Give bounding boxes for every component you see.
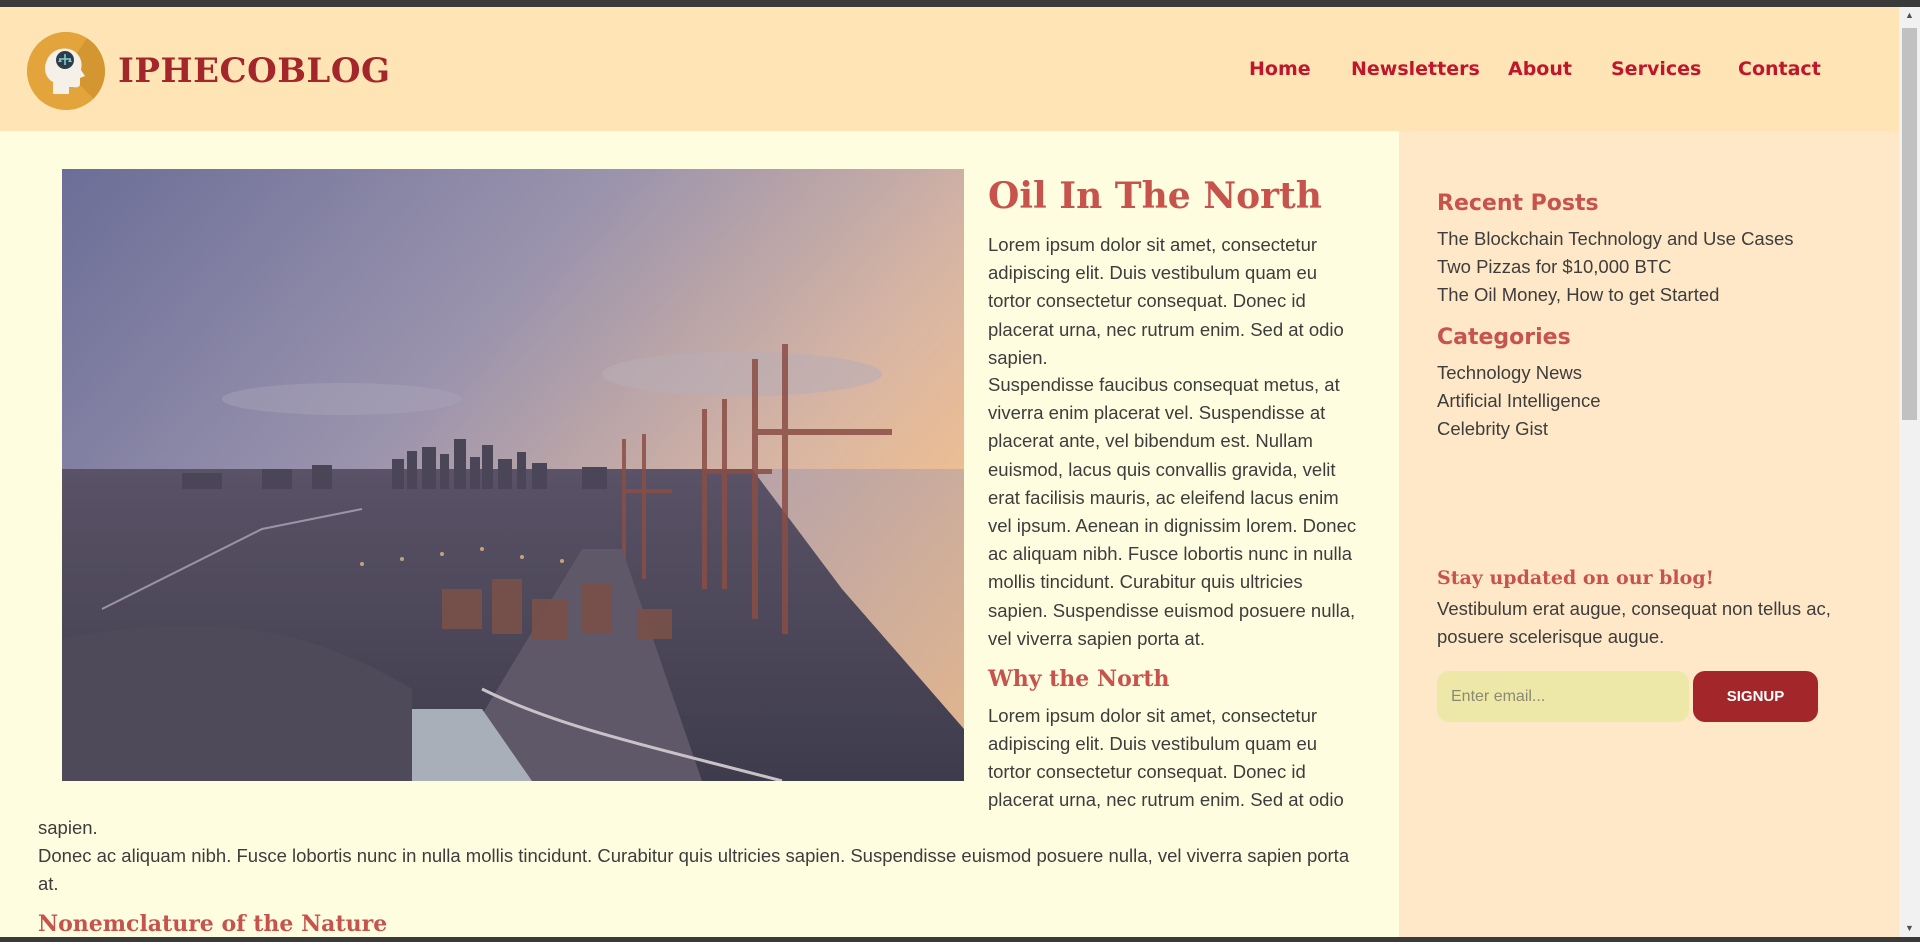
categories-heading: Categories	[1437, 325, 1571, 350]
recent-post-link[interactable]: The Blockchain Technology and Use Cases	[1437, 228, 1794, 250]
line-1: Lorem ipsum dolor sit amet, consectetur	[988, 705, 1318, 726]
line-5: sapien.	[38, 817, 98, 838]
newsletter-heading: Stay updated on our blog!	[1437, 567, 1714, 589]
recent-post-link[interactable]: Two Pizzas for $10,000 BTC	[1437, 256, 1671, 278]
sidebar: Recent Posts The Blockchain Technology a…	[1399, 131, 1899, 937]
scroll-down-icon[interactable]: ▼	[1899, 920, 1920, 937]
line-3: tortor consectetur consequat. Donec id	[988, 761, 1306, 782]
nav-about[interactable]: About	[1508, 58, 1572, 80]
hero-image-port-city	[62, 169, 964, 781]
category-link[interactable]: Technology News	[1437, 362, 1582, 384]
vertical-scrollbar[interactable]: ▲ ▼	[1899, 7, 1920, 937]
section-title-nomenclature: Nonemclature of the Nature	[38, 911, 388, 937]
scrollbar-thumb[interactable]	[1902, 28, 1917, 420]
article-paragraph-2: Suspendisse faucibus consequat metus, at…	[988, 374, 1357, 649]
email-input[interactable]	[1437, 671, 1689, 722]
article-main: Oil In The North Lorem ipsum dolor sit a…	[0, 131, 1399, 937]
line-2: adipiscing elit. Duis vestibulum quam eu	[988, 733, 1318, 754]
article-title: Oil In The North	[988, 175, 1322, 217]
recent-posts-heading: Recent Posts	[1437, 191, 1599, 216]
nav-services[interactable]: Services	[1611, 58, 1701, 80]
scroll-up-icon[interactable]: ▲	[1899, 7, 1920, 24]
recent-post-link[interactable]: The Oil Money, How to get Started	[1437, 284, 1719, 306]
site-header: IPHECOBLOG Home Newsletters About Servic…	[0, 7, 1899, 131]
newsletter-text: Vestibulum erat augue, consequat non tel…	[1437, 598, 1831, 648]
category-link[interactable]: Artificial Intelligence	[1437, 390, 1601, 412]
category-link[interactable]: Celebrity Gist	[1437, 418, 1548, 440]
signup-button[interactable]: SIGNUP	[1693, 671, 1818, 722]
article-paragraph-4: Donec ac aliquam nibh. Fusce lobortis nu…	[38, 845, 1350, 895]
line-4: placerat urna, nec rutrum enim. Sed at o…	[988, 789, 1344, 810]
main-nav: Home Newsletters About Services Contact	[0, 58, 1899, 88]
article-paragraph-1: Lorem ipsum dolor sit amet, consectetur …	[988, 234, 1344, 368]
browser-bottom-strip	[0, 937, 1920, 942]
nav-home[interactable]: Home	[1249, 58, 1311, 80]
page-viewport: IPHECOBLOG Home Newsletters About Servic…	[0, 7, 1899, 937]
nav-newsletters[interactable]: Newsletters	[1351, 58, 1480, 80]
section-title-why-the-north: Why the North	[988, 666, 1170, 692]
browser-top-strip	[0, 0, 1920, 7]
nav-contact[interactable]: Contact	[1738, 58, 1821, 80]
